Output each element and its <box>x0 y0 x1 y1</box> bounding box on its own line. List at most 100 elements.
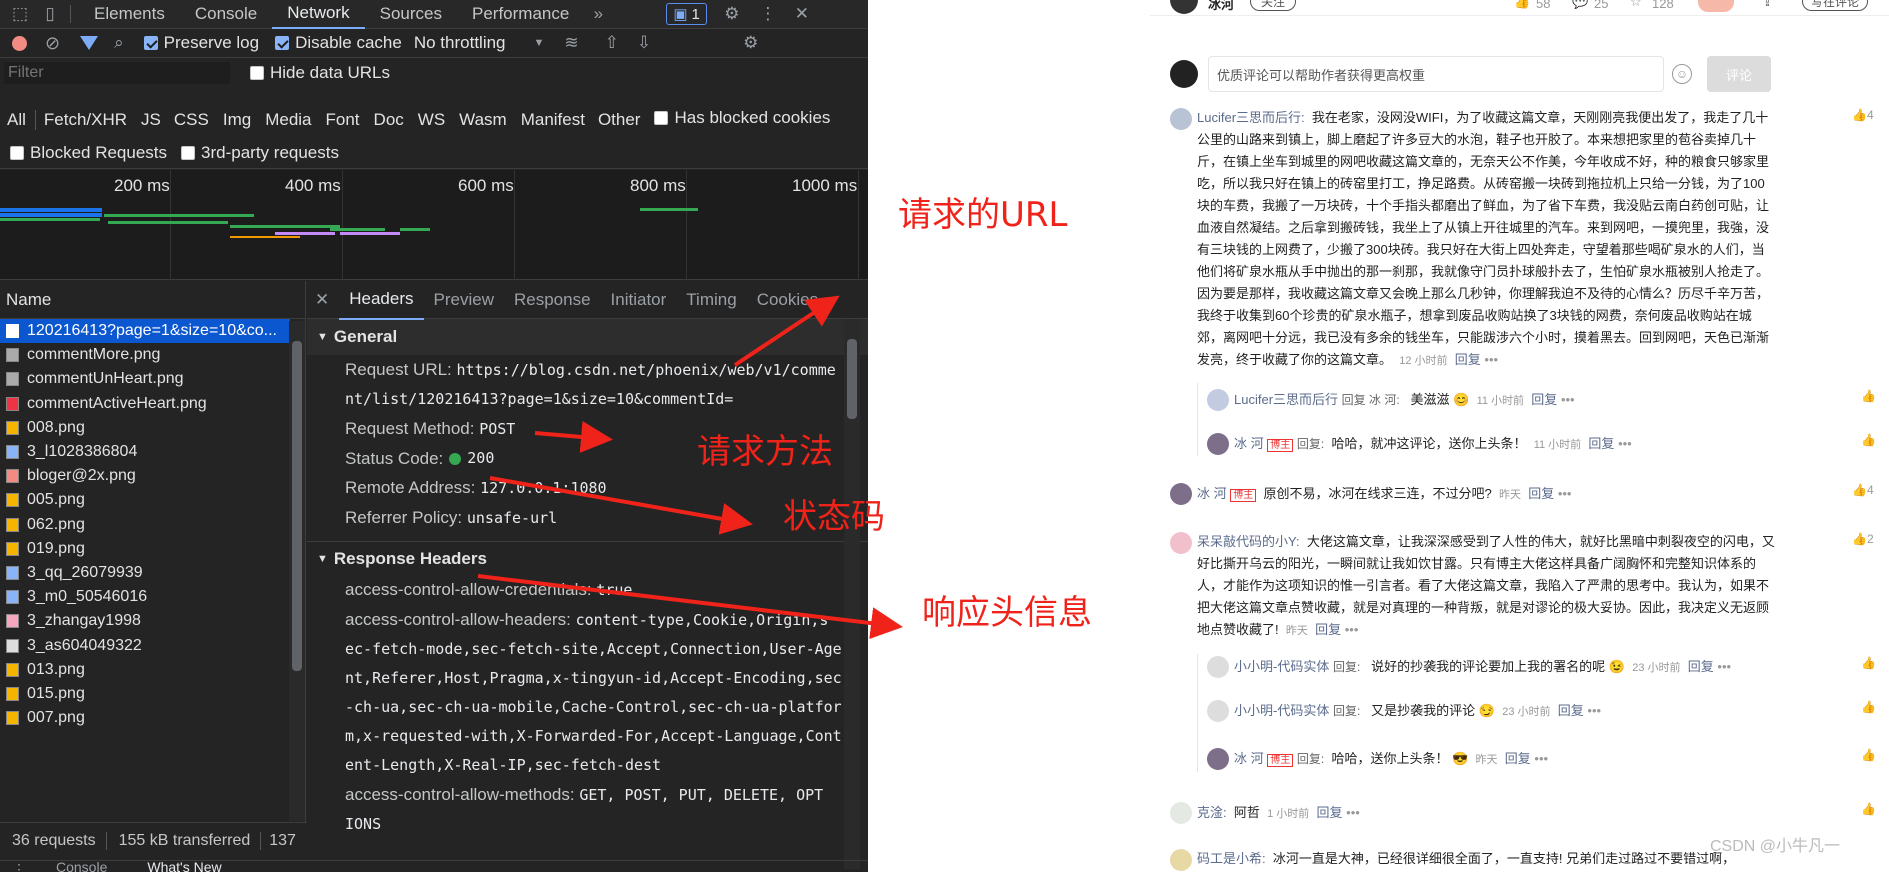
comment-author[interactable]: 小小明-代码实体 <box>1234 659 1329 674</box>
reply-link[interactable]: 回复 <box>1688 659 1714 674</box>
type-filter-wasm[interactable]: Wasm <box>459 110 507 130</box>
tab-initiator[interactable]: Initiator <box>601 281 677 319</box>
search-icon[interactable]: ⌕ <box>114 33 124 53</box>
more-icon[interactable]: ••• <box>1558 486 1572 501</box>
tab-preview[interactable]: Preview <box>424 281 504 319</box>
type-filter-js[interactable]: JS <box>141 110 161 130</box>
tab-sources[interactable]: Sources <box>365 0 457 29</box>
author-name[interactable]: 冰河 <box>1208 0 1234 13</box>
comment-author[interactable]: 码工是小希: <box>1197 851 1266 866</box>
more-icon[interactable]: ••• <box>1587 703 1601 718</box>
tab-cookies[interactable]: Cookies <box>747 281 828 319</box>
request-row[interactable]: commentMore.png <box>0 343 290 367</box>
reply-link[interactable]: 回复 <box>1317 805 1343 820</box>
tab-console[interactable]: Console <box>180 0 272 29</box>
request-row[interactable]: 013.png <box>0 658 290 682</box>
avatar[interactable] <box>1207 748 1229 770</box>
avatar[interactable] <box>1170 532 1192 554</box>
request-row[interactable]: bloger@2x.png <box>0 464 290 488</box>
comment-icon[interactable]: 💬 <box>1572 0 1588 10</box>
more-icon[interactable]: ••• <box>1346 805 1360 820</box>
avatar[interactable] <box>1207 656 1229 678</box>
reply-link[interactable]: 回复 <box>1455 352 1481 367</box>
clear-icon[interactable]: ⊘ <box>45 33 60 54</box>
close-detail-icon[interactable]: ✕ <box>315 290 329 310</box>
avatar[interactable] <box>1170 849 1192 871</box>
blocked-requests-checkbox[interactable]: Blocked Requests <box>10 143 167 163</box>
reward-icon[interactable] <box>1698 0 1734 12</box>
request-row[interactable]: 3_zhangay1998 <box>0 609 290 633</box>
tab-timing[interactable]: Timing <box>676 281 746 319</box>
tab-network[interactable]: Network <box>272 0 365 29</box>
hide-data-urls-checkbox[interactable]: Hide data URLs <box>250 63 390 83</box>
scrollbar-thumb[interactable] <box>847 339 857 419</box>
more-icon[interactable]: ••• <box>1345 622 1359 637</box>
export-har-icon[interactable]: ⇩ <box>637 33 651 53</box>
type-filter-manifest[interactable]: Manifest <box>521 110 585 130</box>
close-icon[interactable]: ✕ <box>789 4 815 24</box>
request-row[interactable]: 062.png <box>0 513 290 537</box>
header-comment-button[interactable]: 写在评论 <box>1802 0 1869 11</box>
more-tabs-icon[interactable]: » <box>588 4 608 24</box>
comment-author[interactable]: 呆呆敲代码的小Y: <box>1197 534 1300 549</box>
reply-link[interactable]: 回复 <box>1315 622 1341 637</box>
type-filter-doc[interactable]: Doc <box>374 110 404 130</box>
type-filter-ws[interactable]: WS <box>418 110 445 130</box>
type-filter-font[interactable]: Font <box>326 110 360 130</box>
type-filter-all[interactable]: All <box>7 110 36 130</box>
record-icon[interactable] <box>12 35 27 51</box>
type-filter-fetch-xhr[interactable]: Fetch/XHR <box>44 110 127 130</box>
detail-scrollbar[interactable] <box>844 319 860 869</box>
scrollbar-thumb[interactable] <box>292 341 302 671</box>
request-row[interactable]: 019.png <box>0 537 290 561</box>
name-column-header[interactable]: Name <box>0 281 305 319</box>
thumbs-up-icon[interactable]: 👍 <box>1861 748 1876 762</box>
comment-author[interactable]: 冰 河 <box>1234 751 1264 766</box>
avatar[interactable] <box>1170 802 1192 824</box>
comment-author[interactable]: 冰 河 <box>1197 486 1227 501</box>
throttling-select[interactable]: No throttling ▼ <box>414 33 545 53</box>
more-icon[interactable]: ••• <box>1618 436 1632 451</box>
type-filter-other[interactable]: Other <box>598 110 641 130</box>
reply-link[interactable]: 回复 <box>1558 703 1584 718</box>
disable-cache-checkbox[interactable]: Disable cache <box>275 33 402 53</box>
has-blocked-cookies-checkbox[interactable]: Has blocked cookies <box>654 108 830 128</box>
kebab-menu-icon[interactable]: ⋮ <box>755 4 781 24</box>
timeline-overview[interactable]: 200 ms 400 ms 600 ms 800 ms 1000 ms <box>0 170 868 280</box>
type-filter-img[interactable]: Img <box>223 110 251 130</box>
type-filter-css[interactable]: CSS <box>174 110 209 130</box>
comment-author[interactable]: 克淦: <box>1197 805 1227 820</box>
third-party-checkbox[interactable]: 3rd-party requests <box>181 143 339 163</box>
preserve-log-checkbox[interactable]: Preserve log <box>143 33 259 53</box>
reply-link[interactable]: 回复 <box>1528 486 1554 501</box>
inspect-icon[interactable]: ⬚ <box>8 4 32 24</box>
drawer-tab-console[interactable]: Console <box>56 861 107 872</box>
reply-link[interactable]: 回复 <box>1531 392 1557 407</box>
comment-like[interactable]: 👍2 <box>1852 532 1874 546</box>
request-row[interactable]: commentActiveHeart.png <box>0 392 290 416</box>
type-filter-media[interactable]: Media <box>265 110 311 130</box>
issues-badge[interactable]: ▣ 1 <box>666 3 707 25</box>
more-icon[interactable]: ••• <box>1534 751 1548 766</box>
request-row[interactable]: 3_l1028386804 <box>0 440 290 464</box>
share-icon[interactable]: ⇪ <box>1762 0 1773 10</box>
filter-input[interactable] <box>4 61 230 84</box>
request-list-scrollbar[interactable] <box>289 321 305 821</box>
request-row[interactable]: 3_as604049322 <box>0 633 290 657</box>
comment-author[interactable]: Lucifer三思而后行: <box>1197 110 1305 125</box>
tab-elements[interactable]: Elements <box>79 0 180 29</box>
comment-like[interactable]: 👍4 <box>1852 483 1874 497</box>
star-icon[interactable]: ☆ <box>1630 0 1642 10</box>
more-icon[interactable]: ••• <box>1484 352 1498 367</box>
response-headers-section-header[interactable]: ▼ Response Headers <box>307 541 868 575</box>
comment-input[interactable]: 优质评论可以帮助作者获得更高权重 <box>1208 56 1664 92</box>
request-row[interactable]: 3_qq_26079939 <box>0 561 290 585</box>
like-icon[interactable]: 👍 <box>1514 0 1530 10</box>
reply-link[interactable]: 回复 <box>1588 436 1614 451</box>
tab-performance[interactable]: Performance <box>457 0 584 29</box>
request-row[interactable]: 015.png <box>0 682 290 706</box>
general-section-header[interactable]: ▼ General <box>307 319 868 355</box>
avatar[interactable] <box>1207 389 1229 411</box>
comment-author[interactable]: 小小明-代码实体 <box>1234 703 1329 718</box>
thumbs-up-icon[interactable]: 👍 <box>1861 700 1876 714</box>
